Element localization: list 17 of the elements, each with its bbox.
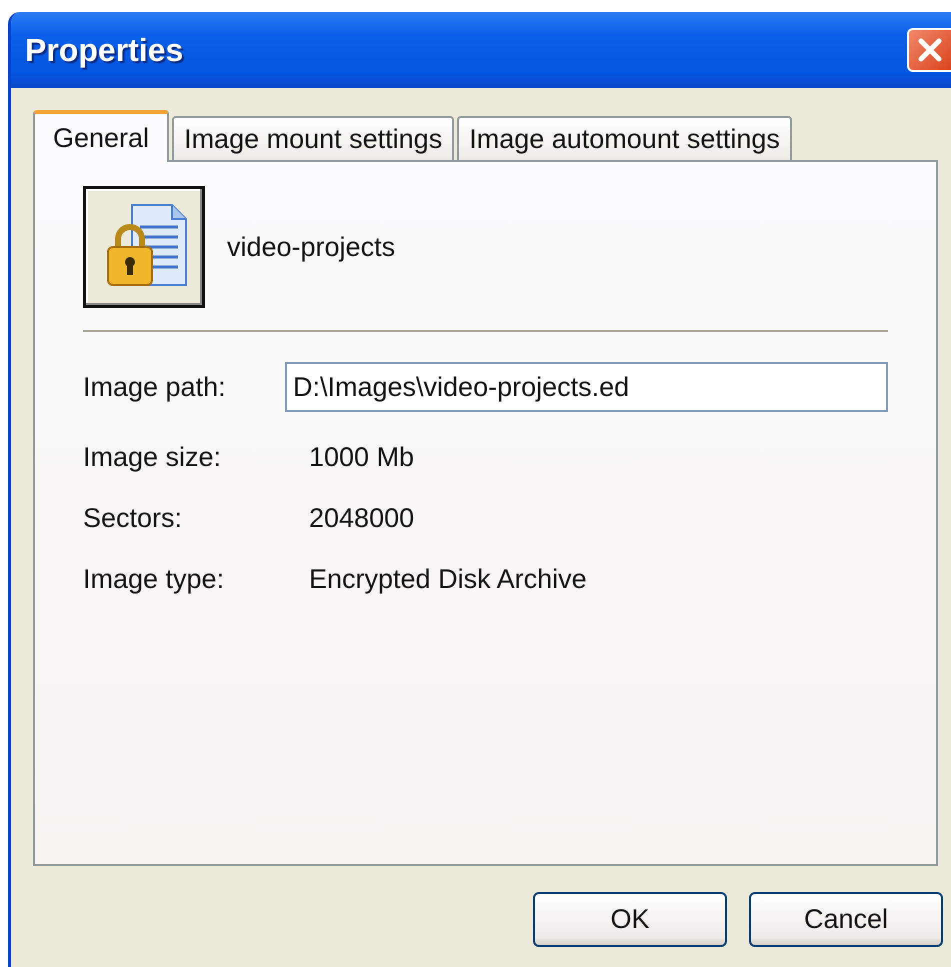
- path-field[interactable]: D:\Images\video-projects.ed: [285, 362, 888, 412]
- field-label: Sectors:: [83, 503, 184, 534]
- window-title: Properties: [24, 32, 184, 68]
- image-name: video-projects: [227, 232, 396, 262]
- field-value: 1000 Mb: [308, 442, 416, 473]
- tab[interactable]: Image mount settings: [172, 116, 454, 160]
- tab[interactable]: Image automount settings: [457, 116, 792, 160]
- close-icon: [917, 37, 943, 63]
- tab[interactable]: General: [33, 110, 170, 162]
- dialog-button[interactable]: Cancel: [749, 892, 943, 947]
- field-label: Image size:: [83, 442, 222, 473]
- dialog-button[interactable]: OK: [533, 892, 727, 947]
- field-label: Image path:: [83, 372, 227, 402]
- field-value: 2048000: [308, 503, 416, 534]
- field-value: Encrypted Disk Archive: [308, 564, 588, 595]
- close-button[interactable]: [907, 28, 951, 72]
- field-label: Image type:: [83, 564, 226, 595]
